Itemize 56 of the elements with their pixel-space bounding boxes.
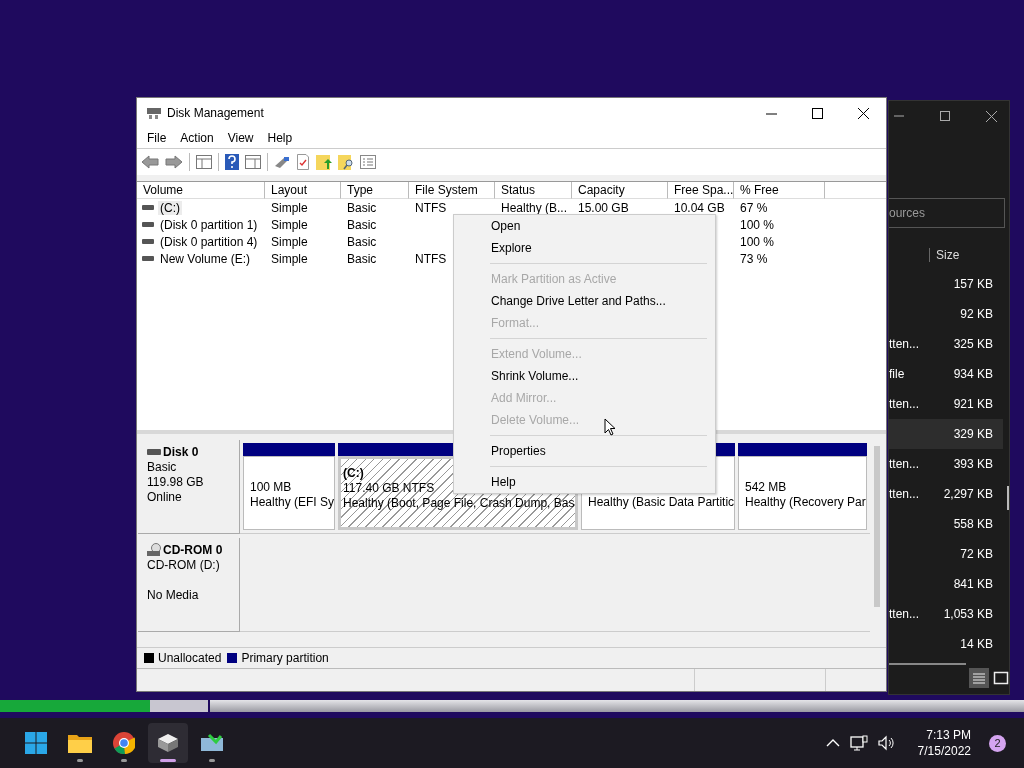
partition-label: (C:) xyxy=(343,466,364,481)
file-size: 92 KB xyxy=(960,307,993,321)
legend-label: Unallocated xyxy=(158,651,222,665)
disk-type: Basic xyxy=(147,460,178,475)
file-name: tten... xyxy=(889,337,920,351)
window-title: Disk Management xyxy=(167,106,264,120)
partition-status: Healthy (Recovery Par xyxy=(745,495,866,510)
file-size: 329 KB xyxy=(953,427,993,441)
partition-status: Healthy (EFI Sy xyxy=(250,495,334,510)
file-size: 921 KB xyxy=(953,397,993,411)
table-cell: Basic xyxy=(347,200,377,215)
table-cell: 73 % xyxy=(740,251,768,266)
partition-size: 542 MB xyxy=(745,480,787,495)
disk-type: CD-ROM (D:) xyxy=(147,558,221,573)
table-cell: 100 % xyxy=(740,217,775,232)
file-size: 1,053 KB xyxy=(943,607,993,621)
file-size: 14 KB xyxy=(960,637,993,651)
table-cell: 10.04 GB xyxy=(674,200,725,215)
file-name: tten... xyxy=(889,607,920,621)
disk-name: Disk 0 xyxy=(163,445,199,459)
table-cell: Basic xyxy=(347,217,377,232)
partition-status: Healthy (Boot, Page File, Crash Dump, Bas xyxy=(343,496,575,511)
file-name: file xyxy=(889,367,905,381)
disk-status: Online xyxy=(147,490,183,505)
file-name: tten... xyxy=(889,487,920,501)
file-size: 841 KB xyxy=(953,577,993,591)
table-cell: 15.00 GB xyxy=(578,200,629,215)
table-cell: Simple xyxy=(271,217,308,232)
file-size: 157 KB xyxy=(953,277,993,291)
partition-size: 117.40 GB NTFS xyxy=(343,481,435,496)
disk-name: CD-ROM 0 xyxy=(163,543,223,557)
table-cell: 100 % xyxy=(740,234,775,249)
file-size: 558 KB xyxy=(953,517,993,531)
time: 7:13 PM xyxy=(926,727,971,743)
table-cell: NTFS xyxy=(415,251,447,266)
legend-label: Primary partition xyxy=(241,651,329,665)
file-size: 325 KB xyxy=(953,337,993,351)
table-cell: Simple xyxy=(271,200,308,215)
partition-size: 100 MB xyxy=(250,480,292,495)
table-cell: Simple xyxy=(271,234,308,249)
file-name: tten... xyxy=(889,457,920,471)
date: 7/15/2022 xyxy=(917,743,971,759)
table-cell: Basic xyxy=(347,251,377,266)
table-cell: NTFS xyxy=(415,200,447,215)
file-size: 2,297 KB xyxy=(943,487,993,501)
table-cell: Healthy (B... xyxy=(501,200,568,215)
table-cell: Simple xyxy=(271,251,308,266)
table-cell: Basic xyxy=(347,234,377,249)
partition-status: Healthy (Basic Data Partitic xyxy=(588,495,734,510)
file-size: 934 KB xyxy=(953,367,993,381)
disk-size: 119.98 GB xyxy=(147,475,205,490)
file-size: 72 KB xyxy=(960,547,993,561)
table-cell: 67 % xyxy=(740,200,768,215)
disk-status: No Media xyxy=(147,588,200,603)
file-size: 393 KB xyxy=(953,457,993,471)
file-name: tten... xyxy=(889,397,920,411)
